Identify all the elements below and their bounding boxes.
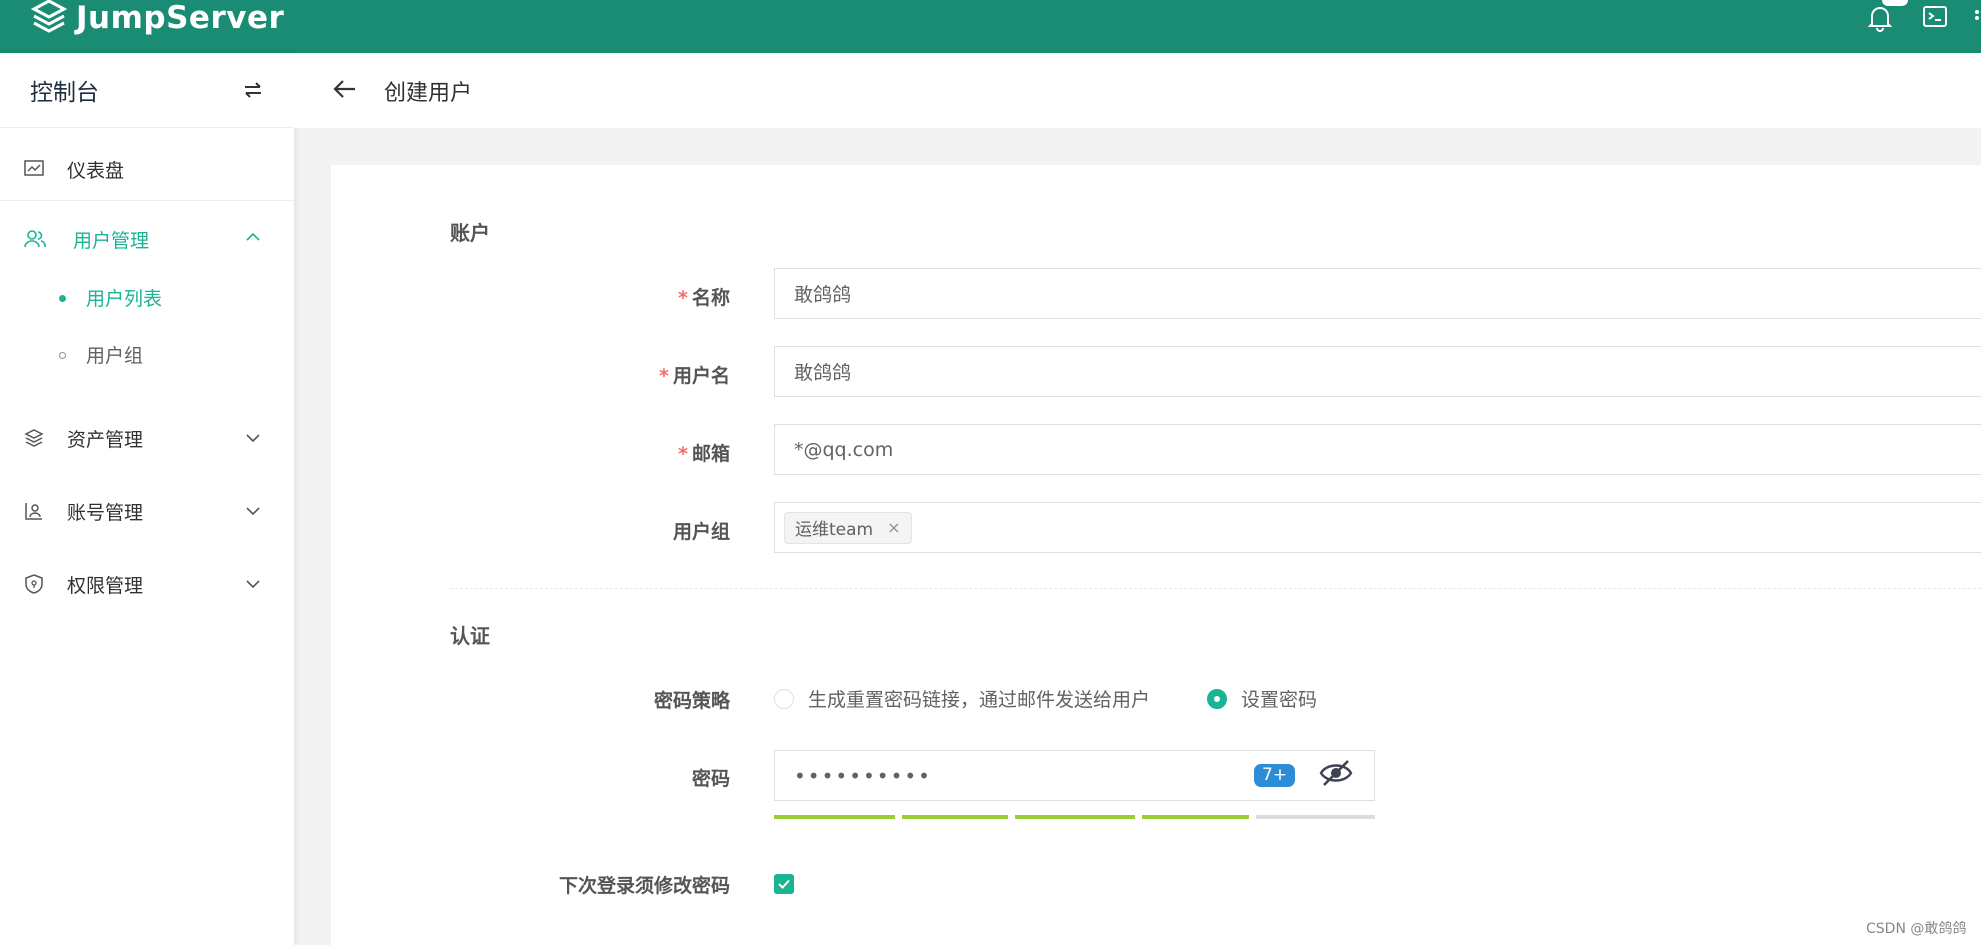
sidebar-item-user-management[interactable]: 用户管理: [0, 221, 294, 257]
eye-off-icon[interactable]: [1319, 758, 1353, 788]
switch-view-icon[interactable]: [242, 80, 264, 100]
email-label-text: 邮箱: [691, 443, 730, 465]
radio-option-reset-link[interactable]: 生成重置密码链接，通过邮件发送给用户: [774, 685, 1150, 712]
more-icon[interactable]: [1972, 4, 1981, 30]
radio-label: 生成重置密码链接，通过邮件发送给用户: [808, 689, 1151, 711]
group-label: 用户组: [672, 521, 730, 543]
section-title-account: 账户: [450, 221, 490, 245]
sidebar-subitem-label: 用户列表: [86, 288, 163, 310]
strength-segment: [774, 815, 895, 819]
users-icon: [24, 230, 46, 248]
radio-option-set-password[interactable]: 设置密码: [1207, 685, 1317, 712]
stack-icon: [24, 429, 44, 447]
terminal-icon[interactable]: [1922, 4, 1948, 30]
sidebar-item-dashboard[interactable]: 仪表盘: [0, 151, 294, 187]
strength-segment: [902, 815, 1008, 819]
strength-segment: [1015, 815, 1135, 819]
username-label-text: 用户名: [672, 365, 730, 387]
page-title: 创建用户: [384, 80, 473, 106]
strength-segment: [1142, 815, 1249, 819]
sidebar-item-label: 仪表盘: [67, 159, 125, 182]
close-icon[interactable]: ×: [887, 518, 900, 537]
bullet-icon: [59, 295, 66, 302]
password-strategy-label: 密码策略: [653, 690, 730, 712]
brand-name: JumpServer: [76, 0, 285, 36]
group-select[interactable]: 运维team ×: [774, 502, 1981, 553]
sidebar-item-asset-management[interactable]: 资产管理: [0, 420, 294, 456]
chevron-down-icon: [246, 580, 260, 589]
password-length-badge: 7+: [1254, 764, 1296, 787]
bullet-icon: [59, 352, 66, 359]
sidebar-divider: [0, 200, 294, 201]
required-mark: *: [659, 365, 669, 387]
account-icon: [25, 503, 42, 520]
required-mark: *: [678, 443, 688, 465]
name-label-text: 名称: [691, 287, 730, 309]
bell-icon[interactable]: [1867, 4, 1893, 32]
sidebar-subitem-label: 用户组: [86, 345, 144, 367]
shield-icon: [25, 574, 43, 594]
sidebar-subitem-user-group[interactable]: 用户组: [0, 341, 294, 371]
group-tag: 运维team ×: [784, 511, 912, 544]
required-mark: *: [678, 287, 688, 309]
back-arrow-icon[interactable]: [332, 77, 358, 101]
dashboard-icon: [24, 160, 44, 176]
top-bar: JumpServer: [0, 0, 1981, 53]
sidebar-title: 控制台: [30, 80, 99, 106]
section-title-auth: 认证: [450, 624, 490, 648]
name-label: * 名称: [430, 283, 730, 310]
page-header: 创建用户: [294, 53, 1981, 128]
sidebar-item-permission-management[interactable]: 权限管理: [0, 566, 294, 602]
sidebar: 控制台 仪表盘 用户管理 用户列表 用户组 资产管理 账号管理 权限管理: [0, 53, 294, 945]
brand-logo[interactable]: JumpServer: [30, 0, 284, 36]
must-change-password-checkbox[interactable]: [774, 874, 794, 894]
radio-button[interactable]: [774, 688, 794, 709]
jumpserver-logo-icon: [30, 0, 68, 33]
strength-segment: [1256, 815, 1375, 819]
sidebar-header: 控制台: [0, 53, 294, 128]
username-label: * 用户名: [430, 361, 730, 388]
sidebar-item-label: 资产管理: [67, 428, 144, 451]
email-label: * 邮箱: [430, 439, 730, 466]
radio-button[interactable]: [1207, 688, 1227, 709]
email-input[interactable]: *@qq.com: [774, 424, 1981, 475]
chevron-up-icon: [246, 232, 260, 241]
must-change-password-label: 下次登录须修改密码: [558, 875, 730, 897]
radio-label: 设置密码: [1241, 689, 1318, 711]
password-label: 密码: [691, 768, 730, 790]
sidebar-item-account-management[interactable]: 账号管理: [0, 493, 294, 529]
name-input[interactable]: 敢鸽鸽: [774, 268, 1981, 319]
watermark: CSDN @敢鸽鸽: [1866, 921, 1967, 937]
username-input[interactable]: 敢鸽鸽: [774, 346, 1981, 397]
sidebar-item-label: 用户管理: [73, 229, 150, 252]
sidebar-subitem-user-list[interactable]: 用户列表: [0, 284, 294, 314]
group-tag-label: 运维team: [795, 520, 874, 540]
section-divider: [450, 588, 1981, 589]
check-icon: [778, 879, 790, 889]
chevron-down-icon: [246, 507, 260, 516]
sidebar-item-label: 权限管理: [67, 574, 144, 597]
sidebar-item-label: 账号管理: [67, 501, 144, 524]
chevron-down-icon: [246, 434, 260, 443]
